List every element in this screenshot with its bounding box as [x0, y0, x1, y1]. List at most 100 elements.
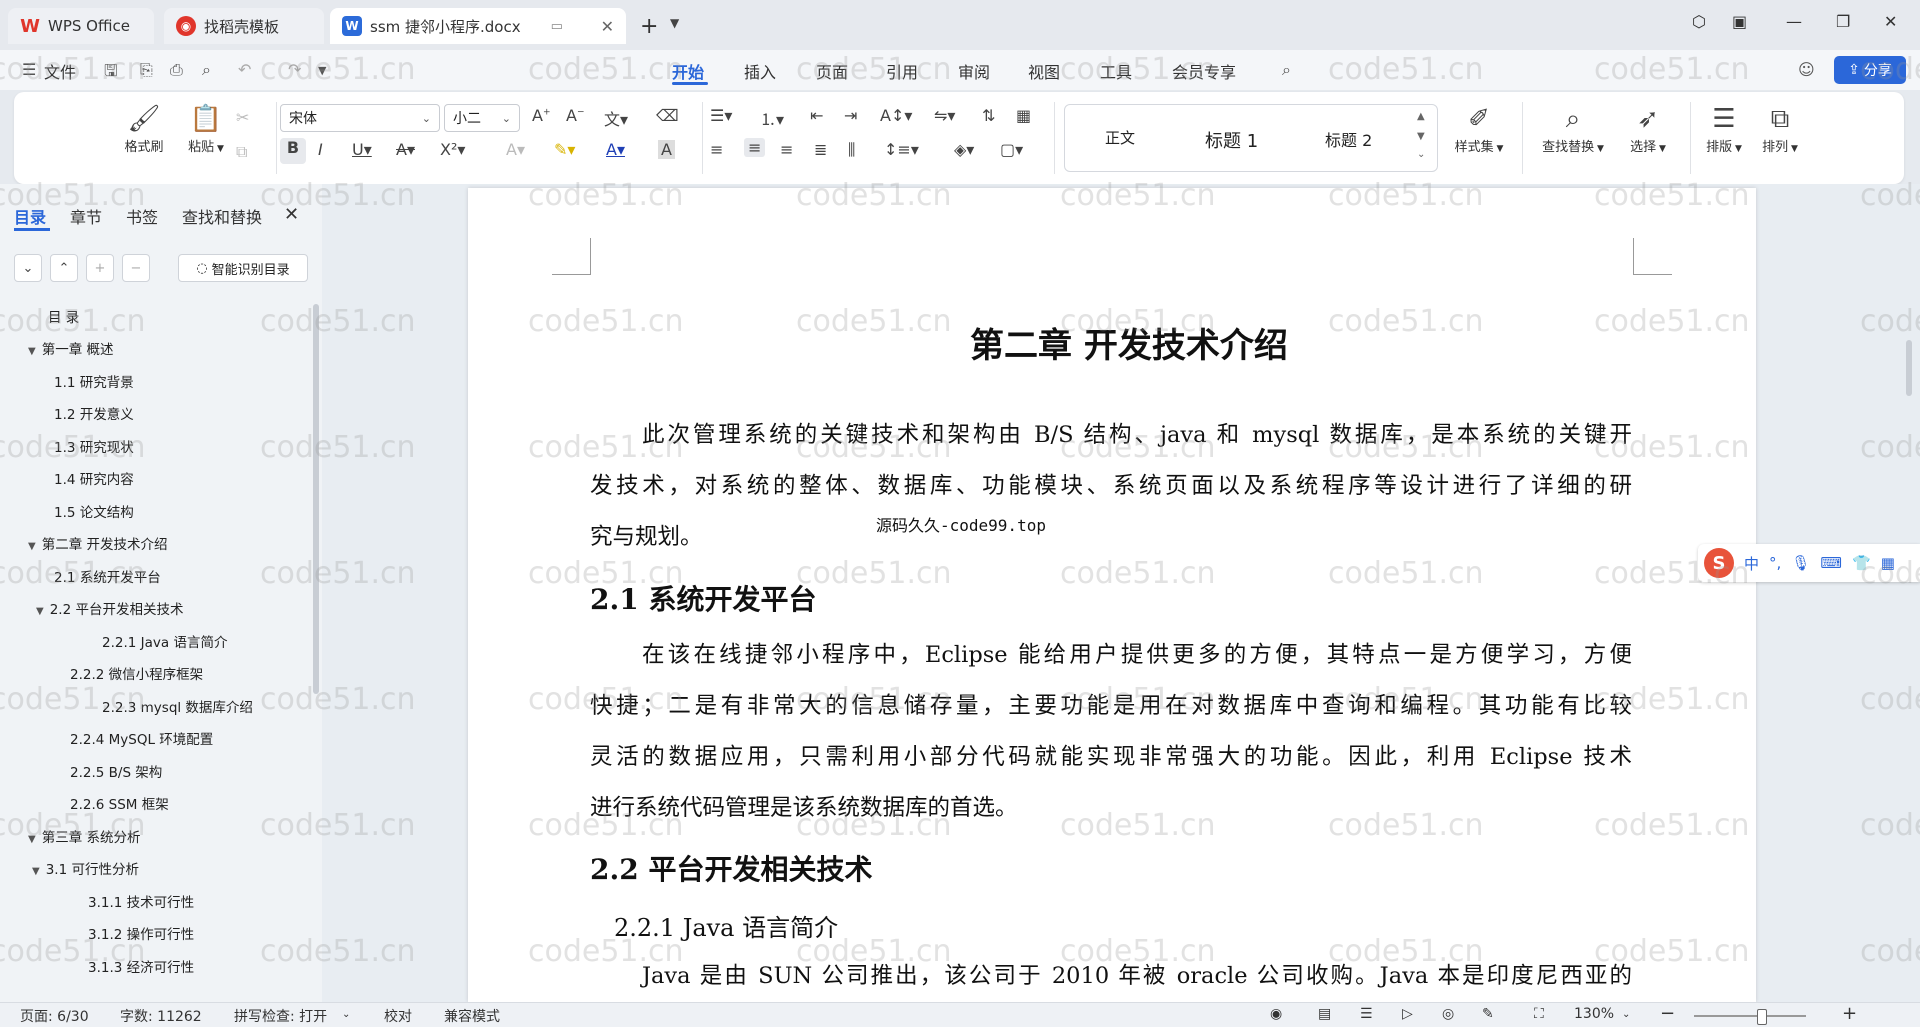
window-mode-icon[interactable]: ▭ [551, 19, 563, 34]
grow-font-icon[interactable]: A+ [532, 106, 551, 125]
pen-icon[interactable]: ✎ [1482, 1006, 1494, 1022]
menu-references[interactable]: 引用 [886, 59, 918, 83]
toc-item[interactable]: 1.2 开发意义 [54, 403, 134, 423]
zoom-in-icon[interactable]: + [1842, 1003, 1857, 1024]
paste-button[interactable]: 📋 粘贴 ▼ [176, 104, 236, 155]
justify-icon[interactable]: ≣ [814, 140, 827, 159]
tab-docer-templates[interactable]: ◉ 找稻壳模板 [164, 8, 324, 44]
zoom-slider[interactable] [1694, 1015, 1806, 1017]
document-scrollbar[interactable] [1906, 340, 1912, 396]
expand-triangle-icon[interactable]: ▼ [28, 346, 36, 357]
undo-icon[interactable]: ↶ [238, 60, 251, 79]
sort-icon[interactable]: ⇅ [982, 106, 995, 125]
table-grid-icon[interactable]: ▦ [1016, 106, 1031, 125]
file-menu[interactable]: 文件 [44, 59, 76, 83]
nav-tab-find-replace[interactable]: 查找和替换 [182, 204, 262, 228]
align-left-icon[interactable]: ≡ [710, 140, 723, 159]
expand-triangle-icon[interactable]: ▼ [28, 834, 36, 845]
line-spacing-icon[interactable]: ↕≡▾ [884, 140, 919, 159]
toc-item[interactable]: 3.1.3 经济可行性 [88, 956, 194, 976]
expand-triangle-icon[interactable]: ▼ [32, 866, 40, 877]
font-color-button[interactable]: A▾ [606, 140, 625, 159]
toc-item[interactable]: 1.5 论文结构 [54, 501, 134, 521]
phonetic-guide-icon[interactable]: 文▾ [604, 106, 628, 130]
toc-item[interactable]: 2.2.6 SSM 框架 [70, 793, 169, 813]
word-count[interactable]: 字数: 11262 [120, 1006, 202, 1026]
add-heading-button[interactable]: + [86, 254, 114, 282]
web-view-icon[interactable]: ◎ [1442, 1006, 1454, 1022]
zoom-out-icon[interactable]: − [1660, 1003, 1675, 1024]
style-heading-1[interactable]: 标题 1 [1205, 127, 1258, 153]
toc-item[interactable]: 2.2.3 mysql 数据库介绍 [102, 696, 253, 716]
page-indicator[interactable]: 页面: 6/30 [20, 1006, 89, 1026]
menu-tools[interactable]: 工具 [1100, 59, 1132, 83]
restore-button[interactable]: ❐ [1836, 12, 1850, 31]
outline-view-icon[interactable]: ☰ [1360, 1006, 1373, 1022]
menu-insert[interactable]: 插入 [744, 59, 776, 83]
shrink-font-icon[interactable]: A− [566, 106, 585, 125]
style-normal[interactable]: 正文 [1105, 127, 1135, 148]
border-icon[interactable]: ▢▾ [1000, 140, 1023, 159]
play-icon[interactable]: ▷ [1402, 1006, 1413, 1022]
remove-heading-button[interactable]: − [122, 254, 150, 282]
export-icon[interactable]: ⎘ [140, 60, 153, 80]
new-tab-button[interactable]: + [640, 14, 658, 39]
spell-check-toggle[interactable]: 拼写检查: 打开 [234, 1006, 327, 1026]
gallery-down-icon[interactable]: ▼ [1417, 131, 1425, 142]
bullet-list-icon[interactable]: ☰▾ [710, 106, 732, 125]
superscript-button[interactable]: X²▾ [440, 140, 465, 159]
bold-button[interactable]: B [280, 138, 306, 164]
text-effect-button[interactable]: A▾ [506, 140, 525, 159]
eye-protect-icon[interactable]: ◉ [1270, 1006, 1282, 1022]
toc-item[interactable]: ▼ 3.1 可行性分析 [32, 858, 139, 878]
search-icon[interactable]: ⌕ [1282, 60, 1291, 80]
fit-page-icon[interactable]: ⛶ [1534, 1006, 1544, 1022]
menu-member[interactable]: 会员专享 [1172, 59, 1236, 83]
increase-indent-icon[interactable]: ⇥ [844, 106, 857, 125]
sogou-logo-icon[interactable]: S [1704, 548, 1734, 578]
ai-assistant-icon[interactable]: ☺ [1798, 60, 1815, 79]
skin-icon[interactable]: 👕 [1852, 554, 1871, 572]
microphone-icon[interactable]: 🎙 [1791, 554, 1810, 572]
shading-icon[interactable]: ◈▾ [954, 140, 974, 159]
text-direction-icon[interactable]: A↕▾ [880, 106, 912, 125]
tab-list-chevron-icon[interactable]: ▼ [670, 16, 679, 30]
font-name-select[interactable]: 宋体 ⌄ [280, 104, 440, 132]
nav-tab-toc[interactable]: 目录 [14, 204, 46, 228]
redo-icon[interactable]: ↷ [288, 60, 301, 79]
arrange-button[interactable]: ⧉ 排列 ▼ [1754, 104, 1806, 155]
nav-scrollbar[interactable] [313, 304, 319, 694]
smart-toc-button[interactable]: ◌ 智能识别目录 [178, 254, 308, 282]
toc-item[interactable]: 1.1 研究背景 [54, 371, 134, 391]
italic-button[interactable]: I [318, 140, 323, 159]
gallery-up-icon[interactable]: ▲ [1417, 111, 1425, 122]
strikethrough-button[interactable]: A▾ [396, 140, 415, 159]
zoom-slider-handle[interactable] [1757, 1009, 1767, 1025]
highlight-color-button[interactable]: ✎▾ [554, 140, 575, 159]
collapse-down-button[interactable]: ⌄ [14, 254, 42, 282]
underline-button[interactable]: U▾ [352, 140, 372, 159]
cut-icon[interactable]: ✂ [236, 108, 249, 127]
toc-item[interactable]: ▼ 第二章 开发技术介绍 [28, 533, 168, 553]
ime-punct-toggle[interactable]: °, [1769, 554, 1781, 572]
cube-icon[interactable]: ⬡ [1692, 12, 1706, 31]
menu-page[interactable]: 页面 [816, 59, 848, 83]
keyboard-icon[interactable]: ⌨ [1820, 554, 1842, 572]
hamburger-icon[interactable]: ☰ [22, 60, 36, 79]
toc-item[interactable]: 3.2 性能需求分析 [50, 988, 157, 990]
close-pane-icon[interactable]: ✕ [284, 204, 299, 225]
ime-mode-toggle[interactable]: 中 [1744, 553, 1759, 574]
toc-item[interactable]: 2.1 系统开发平台 [54, 566, 161, 586]
share-button[interactable]: ⇪ 分享 [1834, 56, 1906, 84]
minimize-button[interactable]: — [1786, 12, 1802, 31]
gallery-expand-icon[interactable]: ⌄ [1417, 149, 1425, 160]
collapse-up-button[interactable]: ⌃ [50, 254, 78, 282]
nav-tab-bookmarks[interactable]: 书签 [126, 204, 158, 228]
tab-document[interactable]: W ssm 捷邻小程序.docx ▭ ✕ [330, 8, 626, 44]
toc-item[interactable]: 2.2.1 Java 语言简介 [102, 631, 227, 651]
nav-tab-chapters[interactable]: 章节 [70, 204, 102, 228]
toc-item[interactable]: 2.2.2 微信小程序框架 [70, 663, 203, 683]
layout-button[interactable]: ☰ 排版 ▼ [1698, 104, 1750, 155]
char-shading-button[interactable]: A [658, 140, 675, 159]
style-heading-2[interactable]: 标题 2 [1325, 127, 1372, 151]
